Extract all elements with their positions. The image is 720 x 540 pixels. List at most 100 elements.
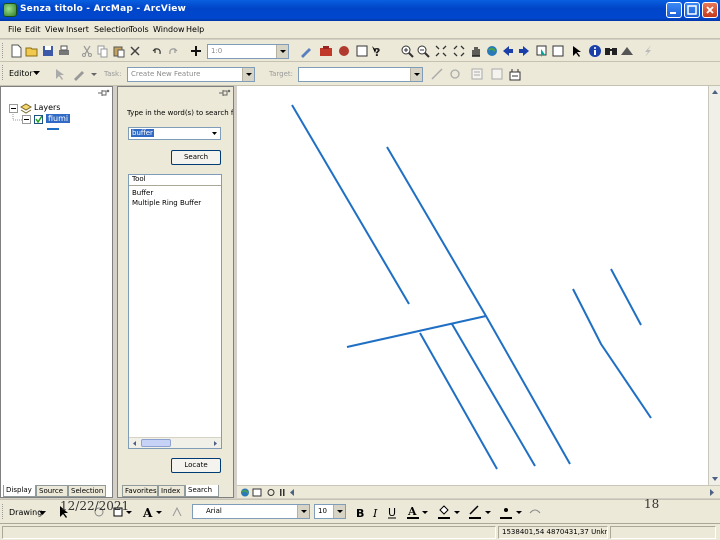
layout-view-icon[interactable] [252, 488, 262, 497]
chevron-down-icon[interactable] [422, 511, 428, 515]
list-item[interactable]: Multiple Ring Buffer [132, 199, 201, 207]
sketch-tool-icon[interactable] [72, 67, 86, 81]
model-builder-icon[interactable] [337, 44, 351, 58]
chevron-down-icon[interactable] [276, 45, 288, 58]
minimize-button[interactable] [666, 2, 682, 18]
arctoolbox-icon[interactable] [319, 44, 333, 58]
menu-insert[interactable]: Insert [66, 25, 89, 34]
bold-icon[interactable]: B [354, 505, 366, 519]
menu-file[interactable]: File [8, 25, 21, 34]
chevron-down-icon[interactable] [410, 68, 422, 81]
layer-visibility-checkbox[interactable] [34, 115, 43, 124]
map-view[interactable] [237, 86, 708, 485]
find-icon[interactable] [604, 44, 618, 58]
chevron-down-icon[interactable] [156, 511, 162, 515]
line-color-icon[interactable] [468, 504, 482, 520]
chevron-down-icon[interactable] [485, 511, 491, 515]
rotate-tool-icon[interactable] [448, 67, 462, 81]
globe-icon[interactable] [240, 488, 250, 497]
pause-drawing-icon[interactable] [277, 488, 287, 497]
scroll-left-icon[interactable] [130, 439, 139, 448]
scroll-up-icon[interactable] [710, 87, 720, 97]
identify-icon[interactable] [588, 44, 602, 58]
toolbar-grip[interactable] [2, 504, 5, 519]
sketch-properties-icon[interactable] [490, 67, 504, 81]
edit-vertices-icon[interactable] [171, 505, 183, 519]
clear-selection-icon[interactable] [551, 44, 565, 58]
select-elements-icon[interactable] [570, 44, 584, 58]
zoom-out-icon[interactable] [416, 44, 430, 58]
menu-selection[interactable]: Selection [94, 25, 131, 34]
menu-view[interactable]: View [45, 25, 64, 34]
close-button[interactable] [702, 2, 718, 18]
pin-icon[interactable] [96, 89, 110, 97]
results-column-header[interactable]: Tool [129, 175, 221, 186]
fill-color-icon[interactable] [437, 504, 451, 520]
scroll-down-icon[interactable] [710, 474, 720, 484]
tab-source[interactable]: Source [36, 485, 68, 497]
menu-help[interactable]: Help [186, 25, 204, 34]
tab-search[interactable]: Search [185, 485, 219, 497]
collapse-layer-toggle[interactable] [22, 115, 31, 124]
full-extent-icon[interactable] [485, 44, 499, 58]
tab-index[interactable]: Index [158, 485, 185, 497]
copy-icon[interactable] [96, 44, 110, 58]
delete-icon[interactable] [128, 44, 142, 58]
chevron-down-icon[interactable] [33, 71, 40, 76]
chevron-down-icon[interactable] [333, 505, 345, 518]
search-input[interactable]: buffer [128, 127, 221, 140]
editor-menu-button[interactable]: Editor [9, 69, 33, 78]
fixed-zoom-out-icon[interactable] [452, 44, 466, 58]
edit-tool-icon[interactable] [52, 67, 66, 81]
new-document-icon[interactable] [9, 44, 23, 58]
results-horizontal-scrollbar[interactable] [129, 437, 221, 448]
toolbar-grip[interactable] [2, 65, 5, 80]
refresh-view-icon[interactable] [266, 488, 276, 497]
italic-icon[interactable]: I [370, 505, 382, 519]
map-scale-combo[interactable]: 1:0 [207, 44, 289, 59]
previous-extent-icon[interactable] [501, 44, 515, 58]
redo-icon[interactable] [166, 44, 180, 58]
topology-icon[interactable] [508, 67, 522, 81]
chevron-down-icon[interactable] [39, 511, 46, 516]
chevron-down-icon[interactable] [297, 505, 309, 518]
scroll-left-icon[interactable] [287, 488, 297, 497]
tab-display[interactable]: Display [3, 485, 36, 497]
map-vertical-scrollbar[interactable] [708, 86, 720, 485]
drawing-menu-button[interactable]: Drawing [9, 508, 42, 517]
collapse-layers-toggle[interactable] [9, 104, 18, 113]
chevron-down-icon[interactable] [209, 128, 220, 139]
cut-icon[interactable] [80, 44, 94, 58]
marker-color-icon[interactable] [499, 504, 513, 520]
menu-tools[interactable]: Tools [129, 25, 149, 34]
map-canvas[interactable] [237, 86, 708, 485]
maximize-button[interactable] [684, 2, 700, 18]
undo-icon[interactable] [150, 44, 164, 58]
underline-icon[interactable]: U [386, 505, 398, 519]
search-button[interactable]: Search [171, 150, 221, 165]
toolbar-grip[interactable] [2, 43, 5, 58]
target-combo[interactable] [298, 67, 423, 82]
scroll-right-icon[interactable] [707, 488, 717, 497]
fixed-zoom-in-icon[interactable] [434, 44, 448, 58]
list-item[interactable]: Buffer [132, 189, 153, 197]
tab-selection[interactable]: Selection [68, 485, 106, 497]
task-combo[interactable]: Create New Feature [127, 67, 255, 82]
add-data-icon[interactable] [189, 44, 203, 58]
chevron-down-icon[interactable] [516, 511, 522, 515]
chevron-down-icon[interactable] [454, 511, 460, 515]
next-extent-icon[interactable] [517, 44, 531, 58]
whats-this-icon[interactable]: ? [371, 44, 385, 58]
save-icon[interactable] [41, 44, 55, 58]
hyperlink-icon[interactable] [641, 44, 655, 58]
chevron-down-icon[interactable] [242, 68, 254, 81]
layers-root-label[interactable]: Layers [34, 103, 60, 112]
menu-edit[interactable]: Edit [25, 25, 41, 34]
split-tool-icon[interactable] [430, 67, 444, 81]
measure-icon[interactable] [620, 44, 634, 58]
font-combo[interactable]: Arial [192, 504, 310, 519]
print-icon[interactable] [57, 44, 71, 58]
text-icon[interactable]: A [142, 505, 154, 519]
chevron-down-icon[interactable] [91, 73, 97, 77]
open-folder-icon[interactable] [25, 44, 39, 58]
